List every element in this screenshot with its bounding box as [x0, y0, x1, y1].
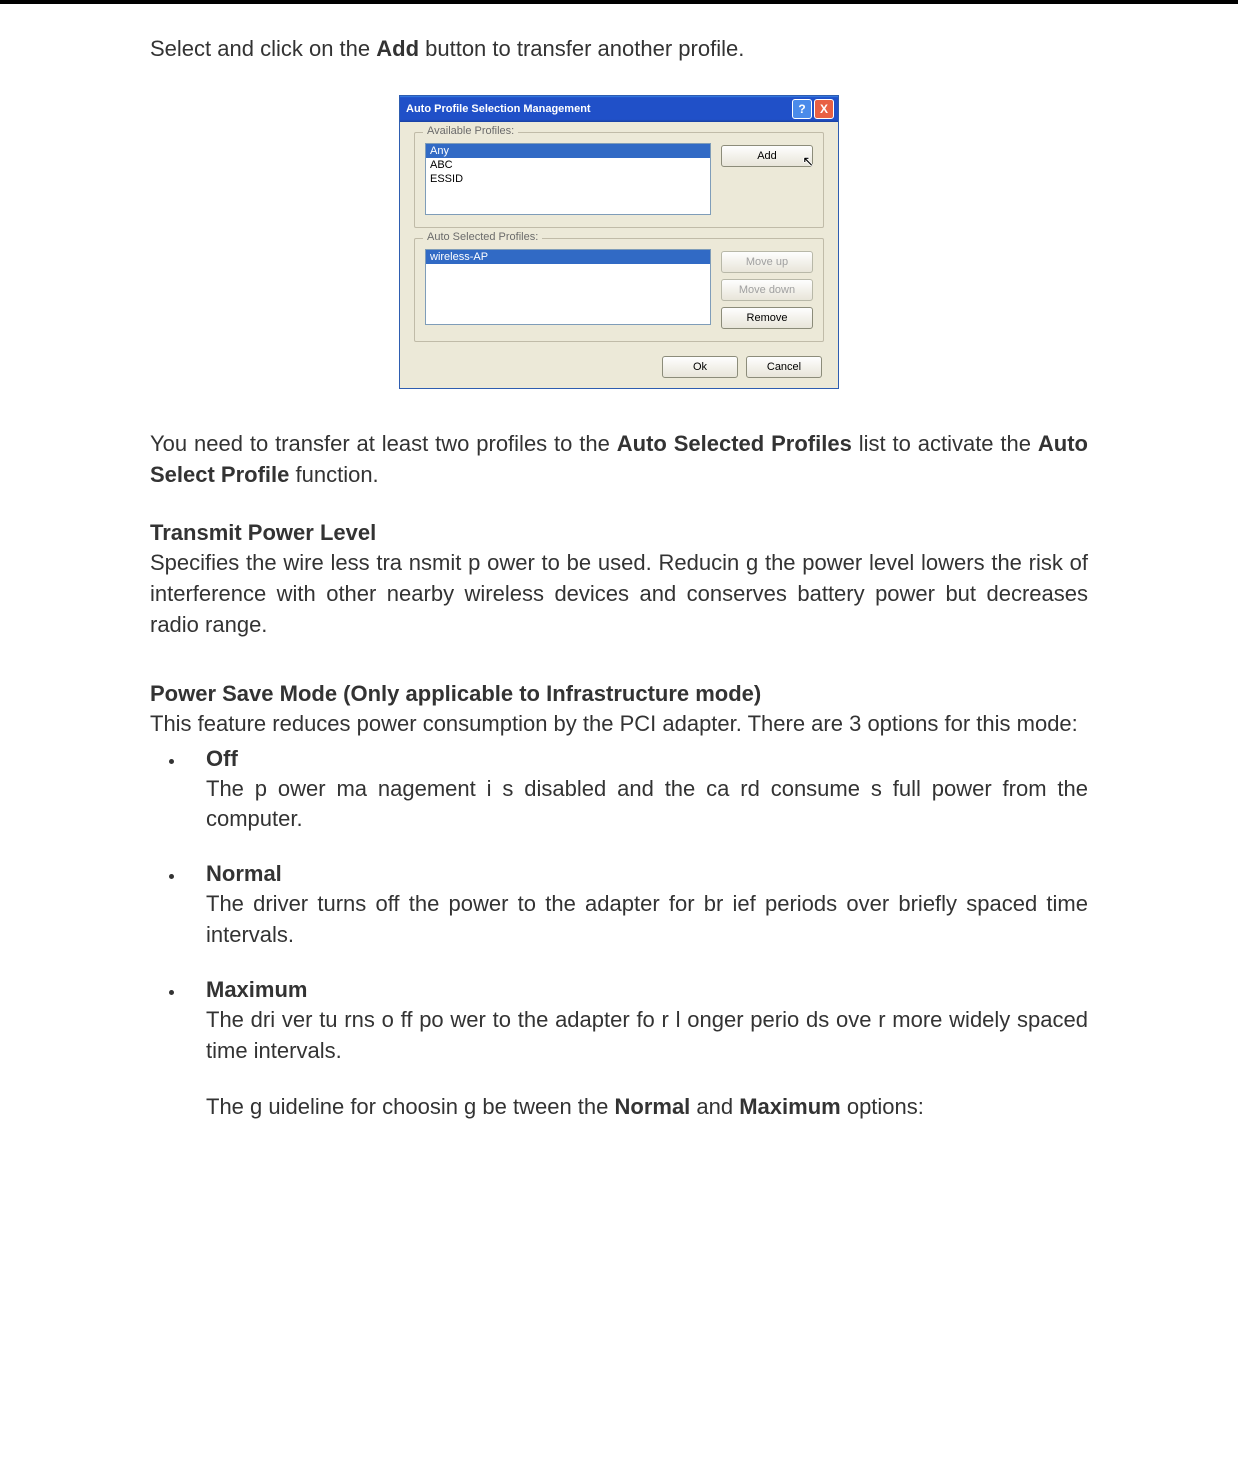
power-save-options: Off The p ower ma nagement i s disabled … — [150, 746, 1088, 1124]
close-icon[interactable]: X — [814, 99, 834, 119]
help-icon[interactable]: ? — [792, 99, 812, 119]
transmit-power-heading: Transmit Power Level — [150, 520, 1088, 546]
max-title: Maximum — [186, 977, 1088, 1003]
auto-selected-profiles-label: Auto Selected Profiles: — [423, 231, 542, 243]
transmit-power-body: Specifies the wire less tra nsmit p ower… — [150, 548, 1088, 640]
note-b1: Auto Selected Profiles — [617, 431, 852, 456]
dialog-bottom-buttons: Ok Cancel — [414, 352, 824, 378]
off-body: The p ower ma nagement i s disabled and … — [186, 774, 1088, 836]
available-profiles-listbox[interactable]: Any ABC ESSID — [425, 143, 711, 215]
auto-profile-dialog: Auto Profile Selection Management ? X Av… — [399, 95, 839, 389]
note-pre: You need to transfer at least two profil… — [150, 431, 617, 456]
off-title: Off — [186, 746, 1088, 772]
list-item[interactable]: wireless-AP — [426, 250, 710, 264]
max-body: The dri ver tu rns o ff po wer to the ad… — [186, 1005, 1088, 1067]
intro-paragraph: Select and click on the Add button to tr… — [150, 34, 1088, 65]
normal-body: The driver turns off the power to the ad… — [186, 889, 1088, 951]
dialog-screenshot: Auto Profile Selection Management ? X Av… — [150, 95, 1088, 389]
available-profiles-group: Available Profiles: Any ABC ESSID Add ↖ — [414, 132, 824, 228]
guideline-line: The g uideline for choosin g be tween th… — [186, 1092, 1088, 1123]
page-content: Select and click on the Add button to tr… — [0, 34, 1238, 1189]
auto-selected-listbox[interactable]: wireless-AP — [425, 249, 711, 325]
add-button[interactable]: Add ↖ — [721, 145, 813, 167]
move-down-button[interactable]: Move down — [721, 279, 813, 301]
list-item[interactable]: ABC — [426, 158, 710, 172]
list-item[interactable]: ESSID — [426, 172, 710, 186]
dialog-titlebar: Auto Profile Selection Management ? X — [400, 96, 838, 122]
list-item[interactable]: Any — [426, 144, 710, 158]
note-post: function. — [289, 462, 378, 487]
option-maximum: Maximum The dri ver tu rns o ff po wer t… — [186, 977, 1088, 1123]
dialog-body: Available Profiles: Any ABC ESSID Add ↖ — [400, 122, 838, 388]
page-top-rule — [0, 0, 1238, 4]
power-save-intro: This feature reduces power consumption b… — [150, 709, 1088, 740]
power-save-heading: Power Save Mode (Only applicable to Infr… — [150, 681, 1088, 707]
cancel-button[interactable]: Cancel — [746, 356, 822, 378]
guide-b1: Normal — [615, 1094, 691, 1119]
cursor-icon: ↖ — [802, 153, 814, 170]
transfer-note: You need to transfer at least two profil… — [150, 429, 1088, 491]
normal-title: Normal — [186, 861, 1088, 887]
dialog-title: Auto Profile Selection Management — [406, 103, 790, 115]
ok-button[interactable]: Ok — [662, 356, 738, 378]
guide-b2: Maximum — [739, 1094, 840, 1119]
intro-add-bold: Add — [376, 36, 419, 61]
guide-mid: and — [690, 1094, 739, 1119]
note-mid: list to activate the — [852, 431, 1038, 456]
guide-pre: The g uideline for choosin g be tween th… — [206, 1094, 615, 1119]
option-normal: Normal The driver turns off the power to… — [186, 861, 1088, 951]
move-up-button[interactable]: Move up — [721, 251, 813, 273]
guide-post: options: — [841, 1094, 924, 1119]
available-profiles-label: Available Profiles: — [423, 125, 518, 137]
intro-pre: Select and click on the — [150, 36, 376, 61]
remove-button[interactable]: Remove — [721, 307, 813, 329]
intro-post: button to transfer another profile. — [419, 36, 744, 61]
option-off: Off The p ower ma nagement i s disabled … — [186, 746, 1088, 836]
auto-selected-profiles-group: Auto Selected Profiles: wireless-AP Move… — [414, 238, 824, 342]
